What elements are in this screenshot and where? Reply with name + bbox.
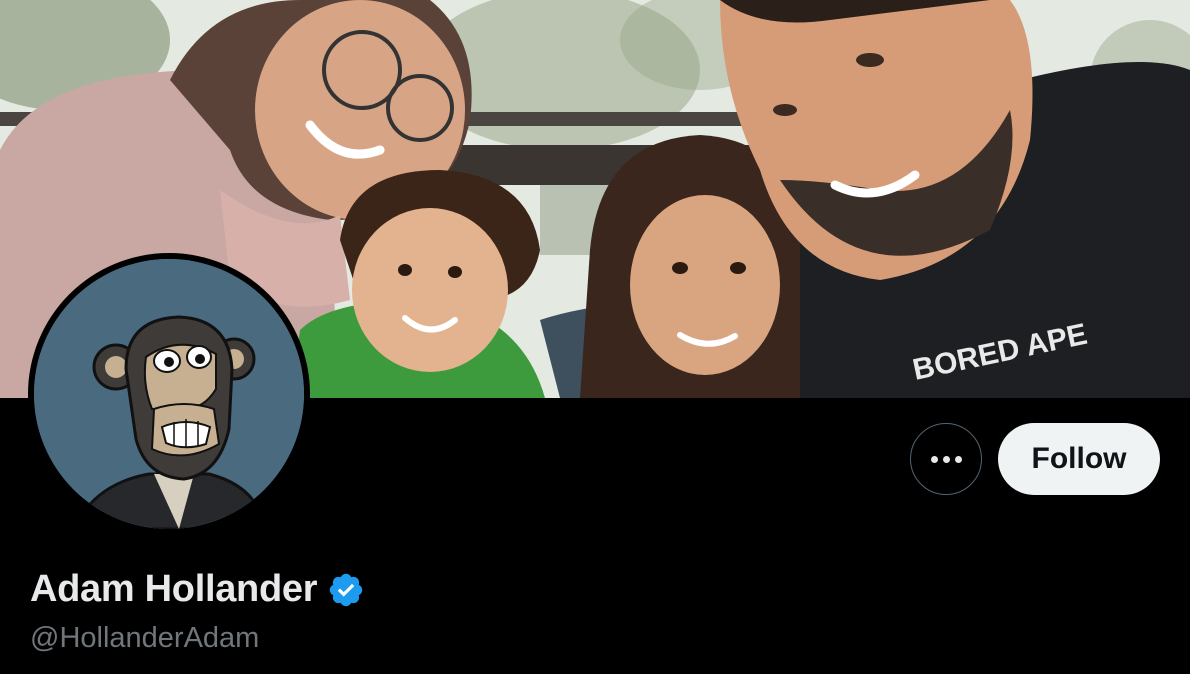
profile-handle: @HollanderAdam [30, 622, 260, 654]
profile-name-row: Adam Hollander [30, 568, 365, 611]
more-options-button[interactable] [910, 423, 982, 495]
verified-badge-icon[interactable] [327, 571, 365, 609]
more-horizontal-icon [930, 455, 962, 463]
profile-display-name: Adam Hollander [30, 568, 318, 610]
profile-page: BORED APE Follow Adam Hollander @Holland… [0, 0, 1190, 674]
profile-avatar[interactable] [28, 253, 310, 535]
follow-button[interactable]: Follow [998, 423, 1160, 495]
bored-ape-avatar-icon [34, 259, 304, 529]
avatar-image [34, 259, 304, 529]
